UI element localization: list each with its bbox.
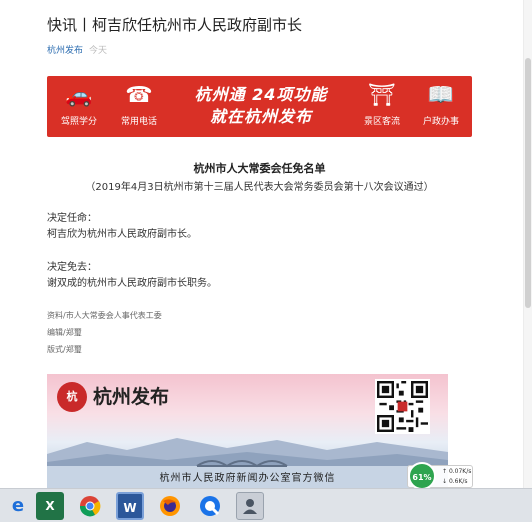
- appoint-text: 柯吉欣为杭州市人民政府副市长。: [47, 229, 197, 240]
- user-icon[interactable]: [236, 492, 264, 520]
- list-subheading: （2019年4月3日杭州市第十三届人民代表大会常务委员会第十八次会议通过）: [85, 182, 434, 193]
- remove-text: 谢双成的杭州市人民政府副市长职务。: [47, 278, 217, 289]
- banner-item-scenic[interactable]: ⛩ 景区客流: [352, 82, 412, 127]
- chrome-icon[interactable]: [76, 492, 104, 520]
- list-heading: 杭州市人大常委会任免名单: [193, 162, 326, 175]
- source-link[interactable]: 杭州发布: [47, 46, 83, 56]
- article-title: 快讯丨柯吉欣任杭州市人民政府副市长: [47, 16, 303, 34]
- network-monitor-widget[interactable]: 61% ↑ 0.07K/s ↓ 0.6K/s: [407, 462, 473, 488]
- vertical-scrollbar[interactable]: [523, 0, 532, 488]
- word-icon[interactable]: W: [116, 492, 144, 520]
- ie-icon[interactable]: e: [4, 492, 32, 520]
- promo-banner[interactable]: 🚗 驾照学分 ☎ 常用电话 杭州通 24项功能 就在杭州发布 ⛩ 景区客流 📖 …: [47, 76, 472, 137]
- remove-label: 决定免去：: [47, 262, 97, 273]
- windows-taskbar: e X W: [0, 488, 532, 522]
- brand-name: 杭州发布: [93, 386, 170, 408]
- download-rate-value: 0.6K/s: [448, 478, 468, 485]
- appoint-label: 决定任命：: [47, 213, 97, 224]
- credit-editor: 编辑/郑璽: [47, 328, 82, 337]
- poster-caption: 杭州市人民政府新闻办公室官方微信: [159, 473, 336, 484]
- firefox-icon[interactable]: [156, 492, 184, 520]
- brand-poster: 杭 杭州发布 杭州市人民政府新闻办公室官方微信: [47, 374, 448, 488]
- banner-headline-line2: 就在杭州发布: [209, 107, 312, 126]
- banner-item-label: 户政办事: [422, 117, 459, 127]
- credit-layout: 版式/郑璽: [47, 345, 82, 354]
- banner-item-label: 常用电话: [120, 117, 157, 127]
- banner-item-household[interactable]: 📖 户政办事: [411, 82, 471, 127]
- phone-icon: ☎: [125, 83, 153, 108]
- banner-headline-line1: 杭州通 24项功能: [194, 85, 328, 104]
- qr-code-icon: [375, 379, 430, 434]
- car-icon: 🚗: [65, 83, 93, 108]
- article-content: 快讯丨柯吉欣任杭州市人民政府副市长 杭州发布 今天 🚗 驾照学分 ☎ 常用电话 杭…: [0, 0, 523, 488]
- download-rate: ↓ 0.6K/s: [442, 478, 468, 485]
- banner-item-driving[interactable]: 🚗 驾照学分: [49, 82, 109, 127]
- publish-date: 今天: [89, 46, 108, 56]
- qq-browser-icon[interactable]: [196, 492, 224, 520]
- pagoda-icon: ⛩: [368, 83, 396, 108]
- memory-percent: 61%: [408, 462, 436, 488]
- banner-item-label: 景区客流: [363, 117, 400, 127]
- upload-rate: ↑ 0.07K/s: [442, 468, 472, 475]
- booklet-icon: 📖: [427, 83, 455, 108]
- banner-item-label: 驾照学分: [60, 117, 97, 127]
- banner-item-phone[interactable]: ☎ 常用电话: [109, 82, 169, 127]
- brand-logo-icon: 杭: [57, 382, 87, 412]
- excel-icon[interactable]: X: [36, 492, 64, 520]
- credit-source: 资料/市人大常委会人事代表工委: [47, 311, 162, 320]
- banner-headline: 杭州通 24项功能 就在杭州发布: [175, 84, 347, 128]
- article-meta: 杭州发布 今天: [47, 43, 107, 56]
- scrollbar-thumb[interactable]: [525, 58, 531, 308]
- upload-rate-value: 0.07K/s: [448, 468, 472, 475]
